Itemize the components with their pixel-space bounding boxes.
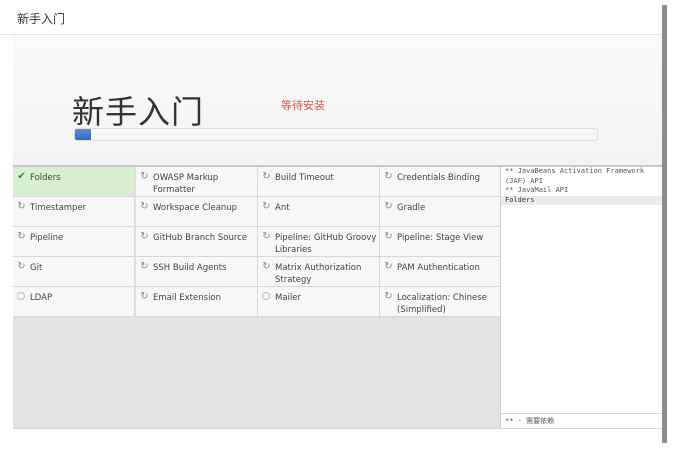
progress-fill (75, 129, 91, 140)
plugin-name: Timestamper (30, 203, 87, 213)
plugin-item: ↻ Email Extension (136, 287, 258, 317)
divider (13, 428, 662, 429)
refresh-icon: ↻ (17, 261, 26, 272)
plugin-item: ↻ Ant (258, 197, 380, 227)
refresh-icon: ↻ (17, 231, 26, 242)
install-progress-bar (74, 128, 598, 141)
refresh-icon: ↻ (384, 261, 393, 272)
plugin-item: ↻ Pipeline: Stage View (380, 227, 502, 257)
refresh-icon: ↻ (17, 201, 26, 212)
refresh-icon: ↻ (140, 231, 149, 242)
refresh-icon: ↻ (384, 171, 393, 182)
plugin-name: Folders (30, 173, 61, 183)
plugin-name: Email Extension (153, 293, 222, 303)
install-status: 等待安装 (281, 99, 325, 112)
plugin-item: ↻ Gradle (380, 197, 502, 227)
refresh-icon: ↻ (384, 201, 393, 212)
plugin-item: ↻ Build Timeout (258, 167, 380, 197)
plugin-item: ↻ SSH Build Agents (136, 257, 258, 287)
plugin-item: ↻ Pipeline (13, 227, 135, 257)
plugin-name: Workspace Cleanup (153, 203, 238, 213)
plugin-item: ↻ OWASP Markup Formatter (136, 167, 258, 197)
plugin-item: ↻ Workspace Cleanup (136, 197, 258, 227)
window-title: 新手入门 (17, 12, 66, 26)
plugin-name: Pipeline (30, 233, 64, 243)
setup-window: 新手入门 新手入门 等待安装 ✔ Folders ↻ OWASP Markup For… (0, 0, 678, 453)
plugin-item: ↻ Timestamper (13, 197, 135, 227)
log-line: Folders (501, 195, 662, 205)
log-lines: ** JavaBeans Activation Framework (JAF) … (501, 167, 662, 205)
plugin-name: Git (30, 263, 43, 273)
plugin-name: LDAP (30, 293, 53, 303)
refresh-icon: ↻ (384, 231, 393, 242)
refresh-icon: ↻ (140, 201, 149, 212)
log-line: ** JavaMail API (505, 186, 569, 194)
plugin-item: LDAP (13, 287, 135, 317)
plugin-item: Mailer (258, 287, 380, 317)
refresh-icon: ↻ (262, 231, 271, 242)
plugin-name: OWASP Markup Formatter (153, 173, 219, 195)
refresh-icon: ↻ (262, 261, 271, 272)
plugin-item: ↻ GitHub Branch Source (136, 227, 258, 257)
plugin-item: ↻ PAM Authentication (380, 257, 502, 287)
refresh-icon: ↻ (140, 291, 149, 302)
refresh-icon: ↻ (140, 171, 149, 182)
plugin-item: ↻ Git (13, 257, 135, 287)
plugin-item: ✔ Folders (13, 167, 135, 197)
pending-circle-icon (262, 292, 270, 300)
plugin-name: Matrix Authorization Strategy (275, 263, 362, 285)
refresh-icon: ↻ (262, 201, 271, 212)
plugin-name: Mailer (275, 293, 301, 303)
window-edge (662, 5, 667, 443)
plugin-name: Credentials Binding (397, 173, 480, 183)
plugin-name: Build Timeout (275, 173, 334, 183)
plugin-install-area: ✔ Folders ↻ OWASP Markup Formatter ↻ Build Ti… (13, 165, 662, 428)
plugin-item: ↻ Matrix Authorization Strategy (258, 257, 380, 287)
pending-circle-icon (17, 292, 25, 300)
log-footer: ** - 需要依赖 (501, 413, 662, 428)
plugin-name: PAM Authentication (397, 263, 480, 273)
plugin-item: ↻ Localization: Chinese (Simplified) (380, 287, 502, 317)
plugin-item: ↻ Pipeline: GitHub Groovy Libraries (258, 227, 380, 257)
hero-panel: 新手入门 等待安装 (13, 35, 662, 165)
plugin-name: Gradle (397, 203, 426, 213)
check-icon: ✔ (17, 171, 26, 182)
plugin-name: Pipeline: Stage View (397, 233, 484, 243)
refresh-icon: ↻ (384, 291, 393, 302)
title-bar: 新手入门 (0, 0, 662, 35)
page-heading: 新手入门 (72, 93, 205, 131)
plugin-name: Ant (275, 203, 290, 213)
plugin-name: Localization: Chinese (Simplified) (397, 293, 487, 315)
log-line: ** JavaBeans Activation Framework (JAF) … (505, 167, 645, 185)
plugin-item: ↻ Credentials Binding (380, 167, 502, 197)
plugin-name: Pipeline: GitHub Groovy Libraries (275, 233, 377, 255)
install-log-panel: ** JavaBeans Activation Framework (JAF) … (500, 167, 662, 428)
plugin-name: SSH Build Agents (153, 263, 227, 273)
plugin-name: GitHub Branch Source (153, 233, 248, 243)
refresh-icon: ↻ (140, 261, 149, 272)
refresh-icon: ↻ (262, 171, 271, 182)
